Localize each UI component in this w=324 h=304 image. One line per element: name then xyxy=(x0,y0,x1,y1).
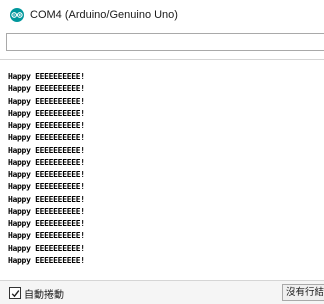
serial-monitor-window: COM4 (Arduino/Genuino Uno) Happy EEEEEEE… xyxy=(0,0,324,304)
autoscroll-toggle[interactable]: 自動捲動 xyxy=(9,286,64,301)
output-line: Happy EEEEEEEEEE! xyxy=(8,170,85,179)
output-line: Happy EEEEEEEEEE! xyxy=(8,206,85,216)
output-line: Happy EEEEEEEEEE! xyxy=(8,145,85,155)
output-line: Happy EEEEEEEEEE! xyxy=(8,219,85,228)
output-line: Happy EEEEEEEEEE! xyxy=(8,194,85,204)
title-bar: COM4 (Arduino/Genuino Uno) xyxy=(0,0,324,30)
serial-output-area[interactable]: Happy EEEEEEEEEE! Happy EEEEEEEEEE! Happy … xyxy=(0,59,324,279)
send-input[interactable] xyxy=(6,33,324,51)
autoscroll-label: 自動捲動 xyxy=(24,289,64,301)
window-title: COM4 (Arduino/Genuino Uno) xyxy=(30,9,178,21)
checkmark-icon xyxy=(11,289,19,297)
output-line: Happy EEEEEEEEEE! xyxy=(8,133,85,143)
line-ending-select[interactable]: 沒有行結尾 xyxy=(282,284,324,301)
output-line: Happy EEEEEEEEEE! xyxy=(8,231,85,241)
autoscroll-checkbox[interactable] xyxy=(9,287,21,299)
output-line: Happy EEEEEEEEEE! xyxy=(8,108,85,118)
output-line: Happy EEEEEEEEEE! xyxy=(8,72,85,81)
output-line: Happy EEEEEEEEEE! xyxy=(8,121,85,130)
output-line: Happy EEEEEEEEEE! xyxy=(8,84,85,94)
output-line: Happy EEEEEEEEEE! xyxy=(8,255,85,265)
output-line: Happy EEEEEEEEEE! xyxy=(8,96,85,106)
output-line: Happy EEEEEEEEEE! xyxy=(8,243,85,253)
output-line: Happy EEEEEEEEEE! xyxy=(8,157,85,167)
output-line: Happy EEEEEEEEEE! xyxy=(8,182,85,192)
bottom-bar: 自動捲動 沒有行結尾 xyxy=(0,280,324,304)
arduino-logo-icon xyxy=(10,8,24,22)
